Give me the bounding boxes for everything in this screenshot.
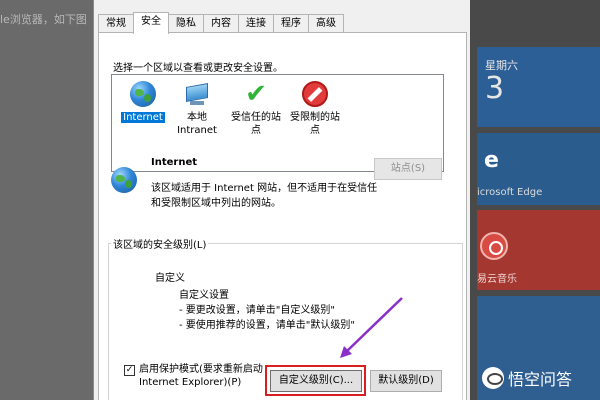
zone-internet[interactable]: Internet (112, 81, 174, 124)
security-panel: 选择一个区域以查看或更改安全设置。 Internet 本地 Intranet ✔… (98, 32, 467, 400)
zone-label: 本地 Intranet (177, 112, 217, 136)
protected-mode-line2: Internet Explorer)(P) (139, 377, 242, 388)
watermark-text: 悟空问答 (508, 370, 573, 389)
zone-trusted-sites[interactable]: ✔ 受信任的站 点 (225, 81, 287, 137)
wukong-watermark: 悟空问答 (482, 366, 572, 390)
custom-level-button[interactable]: 自定义级别(C)... (270, 370, 362, 392)
tab-content[interactable]: 内容 (203, 14, 239, 34)
calendar-day-number: 3 (485, 71, 505, 106)
security-level-title: 自定义 (155, 273, 185, 284)
level-line: - 要使用推荐的设置，请单击"默认级别" (179, 320, 355, 331)
internet-options-dialog: 常规 安全 隐私 内容 连接 程序 高级 选择一个区域以查看或更改安全设置。 I… (93, 0, 470, 400)
globe-icon (111, 167, 137, 193)
wukong-logo-icon (482, 367, 504, 389)
zone-restricted-sites[interactable]: 受限制的站 点 (284, 81, 346, 137)
tab-security[interactable]: 安全 (133, 12, 169, 34)
protected-mode-label: 启用保护模式(要求重新启动 Internet Explorer)(P) (139, 363, 263, 389)
netease-music-icon (480, 232, 508, 260)
zone-detail-description: 该区域适用于 Internet 网站，但不适用于在受信任和受限制区域中列出的网站… (151, 183, 378, 209)
level-line: 自定义设置 (179, 290, 229, 301)
protected-mode-option[interactable]: ✓ 启用保护模式(要求重新启动 Internet Explorer)(P) (124, 363, 263, 389)
zone-label: 受限制的站 点 (290, 112, 340, 136)
edge-tile-label: icrosoft Edge (477, 187, 543, 198)
zone-detail-title: Internet (151, 157, 198, 168)
tab-strip: 常规 安全 隐私 内容 连接 程序 高级 (98, 12, 344, 34)
tab-general[interactable]: 常规 (98, 14, 134, 34)
intranet-icon (184, 81, 210, 107)
calendar-tile[interactable]: 星期六 3 (477, 47, 600, 127)
level-line: - 要更改设置，请单击"自定义级别" (179, 305, 335, 316)
security-level-label: 该区域的安全级别(L) (111, 236, 209, 251)
restricted-icon (302, 81, 328, 107)
protected-mode-checkbox[interactable]: ✓ (124, 365, 135, 376)
browser-page-background: le浏览器，如下图 (0, 0, 93, 400)
zone-local-intranet[interactable]: 本地 Intranet (166, 81, 228, 137)
tab-advanced[interactable]: 高级 (308, 14, 344, 34)
tab-connections[interactable]: 连接 (238, 14, 274, 34)
tab-programs[interactable]: 程序 (273, 14, 309, 34)
zone-label: Internet (121, 112, 165, 123)
globe-icon (130, 81, 156, 107)
article-text: le浏览器，如下图 (0, 13, 87, 26)
sites-button[interactable]: 站点(S) (374, 158, 442, 180)
tab-privacy[interactable]: 隐私 (168, 14, 204, 34)
default-level-button[interactable]: 默认级别(D) (370, 370, 442, 392)
check-icon: ✔ (245, 79, 267, 109)
zone-prompt: 选择一个区域以查看或更改安全设置。 (113, 63, 283, 74)
zone-label: 受信任的站 点 (231, 112, 281, 136)
protected-mode-line1: 启用保护模式(要求重新启动 (139, 364, 263, 375)
music-tile-label: 易云音乐 (477, 274, 517, 285)
security-level-description: 自定义设置 - 要更改设置，请单击"自定义级别" - 要使用推荐的设置，请单击"… (179, 288, 355, 333)
edge-icon: e (484, 148, 499, 173)
